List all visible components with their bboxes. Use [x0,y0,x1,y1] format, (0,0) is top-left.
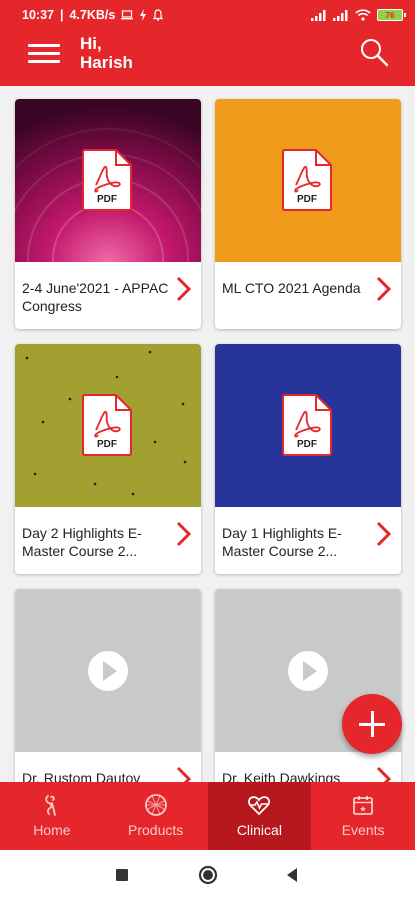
pdf-file-icon: PDF [82,394,132,456]
hamburger-menu-icon[interactable] [28,42,60,66]
greeting: Hi, Harish [80,34,133,72]
status-bar: 10:37 | 4.7KB/s 76 [0,0,415,30]
add-fab-button[interactable] [342,694,402,754]
nav-events-label: Events [341,822,385,838]
content-grid: PDF 2-4 June'2021 - APPAC Congress PDF M… [0,86,415,782]
chevron-right-icon[interactable] [375,275,393,303]
card-title: Dr. Rustom Dautov [22,770,141,782]
document-card[interactable]: PDF Day 1 Highlights E-Master Course 2..… [215,344,401,574]
home-circle-icon[interactable] [198,865,218,885]
system-navigation-bar [0,850,415,900]
status-separator: | [59,8,64,22]
laptop-icon [121,10,134,20]
pdf-file-icon: PDF [282,149,332,211]
document-card[interactable]: PDF 2-4 June'2021 - APPAC Congress [15,99,201,329]
nav-products[interactable]: Products [104,782,208,850]
card-thumbnail: PDF [215,344,401,507]
battery-icon: 76 [377,9,406,21]
status-network-speed: 4.7KB/s [69,8,116,22]
card-title: 2-4 June'2021 - APPAC Congress [22,280,169,314]
home-icon [45,795,56,816]
pdf-file-icon: PDF [82,149,132,211]
greeting-line1: Hi, [80,34,102,53]
card-thumbnail [15,589,201,752]
products-icon [144,794,167,816]
document-card[interactable]: PDF ML CTO 2021 Agenda [215,99,401,329]
pdf-label: PDF [297,194,317,205]
card-thumbnail: PDF [15,344,201,507]
recent-apps-icon[interactable] [114,865,130,885]
notification-bell-icon [153,9,164,21]
nav-home-label: Home [33,822,71,838]
video-card[interactable]: Dr. Rustom Dautov [15,589,201,782]
back-triangle-icon[interactable] [284,865,300,885]
nav-products-label: Products [128,822,184,838]
pdf-label: PDF [297,439,317,450]
app-bar: Hi, Harish [0,30,415,86]
nav-clinical-label: Clinical [236,822,282,838]
chevron-right-icon[interactable] [175,765,193,782]
nav-clinical[interactable]: Clinical [207,782,312,850]
signal-icon-2 [333,9,348,21]
battery-level: 76 [385,10,395,20]
chevron-right-icon[interactable] [375,520,393,548]
chevron-right-icon[interactable] [175,520,193,548]
calendar-icon [353,796,374,815]
greeting-name: Harish [80,53,133,72]
clinical-heart-icon [248,796,271,816]
card-title: Day 1 Highlights E-Master Course 2... [222,525,342,559]
card-thumbnail: PDF [215,99,401,262]
card-title: Day 2 Highlights E-Master Course 2... [22,525,142,559]
nav-home[interactable]: Home [0,782,104,850]
pdf-file-icon: PDF [282,394,332,456]
chevron-right-icon[interactable] [375,765,393,782]
wifi-icon [355,9,371,21]
chevron-right-icon[interactable] [175,275,193,303]
document-card[interactable]: PDF Day 2 Highlights E-Master Course 2..… [15,344,201,574]
card-title: Dr. Keith Dawkings [222,770,341,782]
nav-events[interactable]: Events [311,782,415,850]
play-icon [88,651,128,691]
card-title: ML CTO 2021 Agenda [222,280,361,296]
bottom-navigation: Home Products Clinical Events [0,782,415,850]
status-time: 10:37 [22,8,54,22]
search-icon[interactable] [358,36,390,68]
lightning-icon [140,9,147,21]
pdf-label: PDF [97,194,117,205]
pdf-label: PDF [97,439,117,450]
card-thumbnail: PDF [15,99,201,262]
signal-icon-1 [311,9,326,21]
